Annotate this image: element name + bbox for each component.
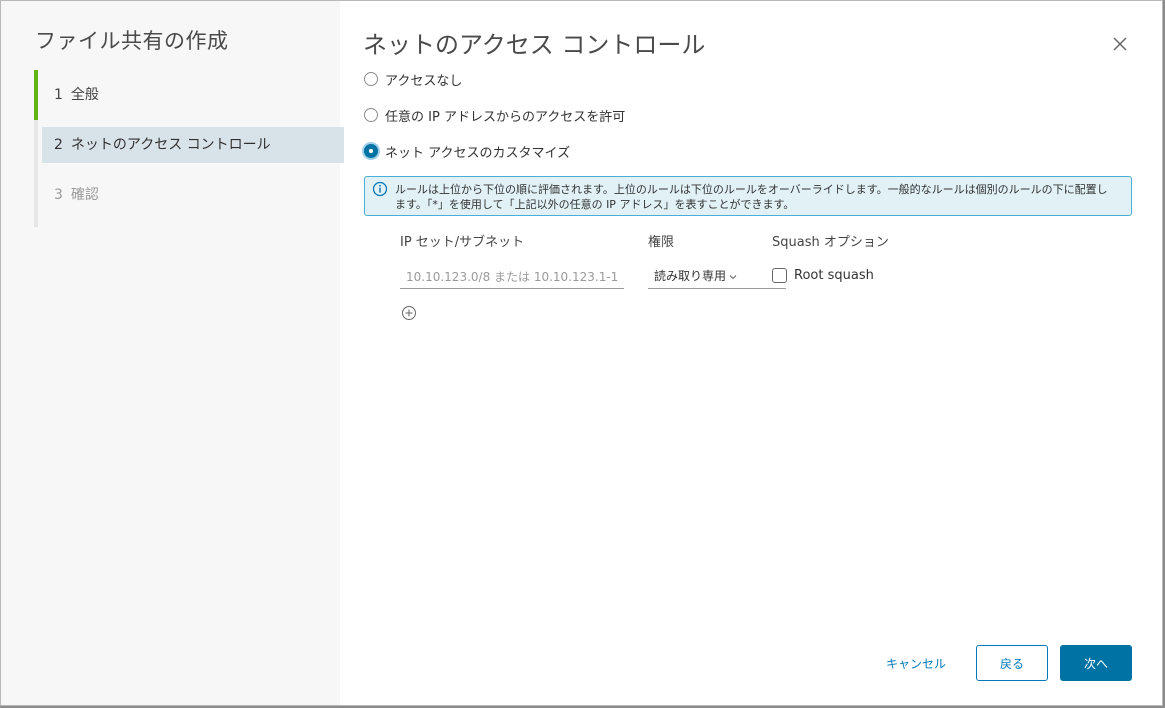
chevron-down-icon (729, 274, 737, 279)
add-rule-button[interactable] (401, 305, 417, 321)
column-header-ip: IP セット/サブネット (400, 235, 525, 250)
page-title: ネットのアクセス コントロール (363, 31, 706, 59)
create-file-share-dialog: ファイル共有の作成 1 全般 2 ネットのアクセス コントロール 3 確認 ネットのア… (0, 0, 1163, 706)
permission-selected-value: 読み取り専用 (654, 269, 727, 283)
step-number: 1 (54, 87, 63, 103)
step-number: 2 (54, 137, 63, 153)
info-text-line2: ます。「*」を使用して「上記以外の任意の IP アドレス」を表すことができます。 (395, 198, 795, 211)
radio-button-selected[interactable] (364, 144, 378, 158)
step-label: ネットのアクセス コントロール (70, 137, 271, 153)
next-button[interactable]: 次へ (1060, 645, 1132, 681)
step-general[interactable]: 1 全般 (34, 70, 344, 120)
wizard-title: ファイル共有の作成 (35, 29, 229, 53)
root-squash-checkbox[interactable] (772, 268, 787, 283)
info-circle-icon (372, 181, 388, 197)
column-header-squash: Squash オプション (772, 235, 889, 250)
radio-button[interactable] (364, 72, 378, 86)
column-header-permission: 権限 (648, 235, 675, 250)
root-squash-option[interactable]: Root squash (772, 268, 874, 283)
step-confirm: 3 確認 (38, 177, 344, 213)
back-button[interactable]: 戻る (976, 645, 1048, 681)
radio-no-access[interactable]: アクセスなし (364, 69, 462, 89)
permission-select[interactable]: 読み取り専用 (648, 265, 786, 289)
wizard-steps: 1 全般 2 ネットのアクセス コントロール 3 確認 (34, 70, 344, 227)
step-label: 全般 (70, 87, 99, 103)
step-number: 3 (54, 187, 63, 203)
ip-subnet-input[interactable] (400, 265, 624, 289)
step-net-access-control[interactable]: 2 ネットのアクセス コントロール (42, 127, 344, 163)
cancel-button[interactable]: キャンセル (871, 645, 961, 681)
root-squash-label: Root squash (794, 268, 874, 283)
radio-button[interactable] (364, 108, 378, 122)
plus-circle-icon (402, 306, 416, 320)
radio-allow-any-ip[interactable]: 任意の IP アドレスからのアクセスを許可 (364, 105, 625, 125)
radio-customize-net-access[interactable]: ネット アクセスのカスタマイズ (364, 141, 570, 161)
step-label: 確認 (70, 187, 99, 203)
radio-label: ネット アクセスのカスタマイズ (385, 145, 571, 161)
info-alert: ルールは上位から下位の順に評価されます。上位のルールは下位のルールをオーバーライ… (364, 176, 1132, 216)
info-text-line1: ルールは上位から下位の順に評価されます。上位のルールは下位のルールをオーバーライ… (395, 183, 1108, 196)
close-button[interactable] (1109, 33, 1131, 55)
wizard-sidebar: ファイル共有の作成 1 全般 2 ネットのアクセス コントロール 3 確認 (1, 1, 344, 705)
radio-label: アクセスなし (385, 73, 463, 89)
radio-label: 任意の IP アドレスからのアクセスを許可 (385, 109, 626, 125)
close-icon (1113, 37, 1127, 51)
